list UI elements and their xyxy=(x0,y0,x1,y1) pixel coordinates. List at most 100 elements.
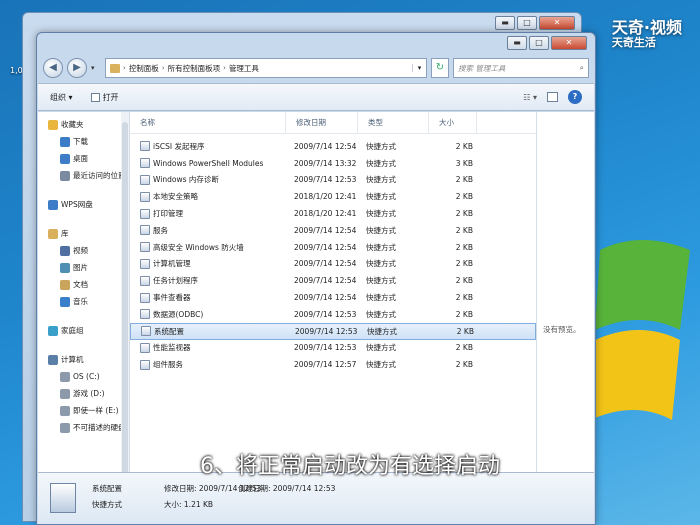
nav-item[interactable]: WPS网盘 xyxy=(38,196,129,213)
recent-pages-dropdown[interactable]: ▾ xyxy=(91,64,101,72)
table-row[interactable]: 数据源(ODBC) 2009/7/14 12:53 快捷方式 2 KB xyxy=(130,306,536,323)
table-row[interactable]: 性能监视器 2009/7/14 12:53 快捷方式 2 KB xyxy=(130,340,536,357)
table-row[interactable]: Windows PowerShell Modules 2009/7/14 13:3… xyxy=(130,155,536,172)
column-date[interactable]: 修改日期 xyxy=(286,112,358,133)
title-bar[interactable]: ▬ □ ✕ xyxy=(37,33,595,55)
nav-item-label: 最近访问的位置 xyxy=(73,171,126,180)
nav-item[interactable]: 不可描述的硬盘 xyxy=(38,419,129,436)
column-size[interactable]: 大小 xyxy=(429,112,477,133)
nav-item[interactable]: 音乐 xyxy=(38,293,129,310)
file-type: 快捷方式 xyxy=(366,293,396,303)
search-input[interactable]: 搜索 管理工具 ⌕ xyxy=(453,58,589,78)
table-row[interactable]: 高级安全 Windows 防火墙 2009/7/14 12:54 快捷方式 2 KB xyxy=(130,239,536,256)
file-date: 2009/7/14 12:57 xyxy=(294,360,357,370)
file-size: 2 KB xyxy=(455,192,473,202)
file-name: 打印管理 xyxy=(153,209,183,219)
nav-item[interactable]: 桌面 xyxy=(38,150,129,167)
nav-item[interactable]: 家庭组 xyxy=(38,322,129,339)
desktop-icon-label[interactable]: 1,0 xyxy=(10,66,23,75)
file-size: 2 KB xyxy=(455,242,473,252)
nav-item-label: 收藏夹 xyxy=(61,120,84,129)
video-caption: 6、将正常启动改为有选择启动 xyxy=(200,454,500,479)
open-button[interactable]: 打开 xyxy=(90,92,119,103)
breadcrumb-all-items[interactable]: 所有控制面板项 xyxy=(168,63,221,74)
nav-item[interactable]: 收藏夹 xyxy=(38,116,129,133)
chevron-right-icon[interactable]: › xyxy=(223,64,226,72)
table-row[interactable]: 事件查看器 2009/7/14 12:54 快捷方式 2 KB xyxy=(130,289,536,306)
table-row[interactable]: 打印管理 2018/1/20 12:41 快捷方式 2 KB xyxy=(130,205,536,222)
chevron-down-icon[interactable]: ▾ xyxy=(412,64,426,72)
minimize-icon[interactable]: ▬ xyxy=(507,36,527,50)
table-row[interactable]: 计算机管理 2009/7/14 12:54 快捷方式 2 KB xyxy=(130,256,536,273)
file-name: 高级安全 Windows 防火墙 xyxy=(153,242,244,252)
close-icon[interactable]: ✕ xyxy=(539,16,575,30)
table-row[interactable]: 本地安全策略 2018/1/20 12:41 快捷方式 2 KB xyxy=(130,188,536,205)
table-row[interactable]: 组件服务 2009/7/14 12:57 快捷方式 2 KB xyxy=(130,356,536,373)
toolbar-right: ☷ ▾ ? xyxy=(523,90,582,104)
view-options-icon[interactable]: ☷ ▾ xyxy=(523,93,537,102)
preview-pane: 没有预览。 xyxy=(536,112,594,472)
drive-icon xyxy=(60,405,70,416)
nav-item-label: WPS网盘 xyxy=(61,200,93,209)
address-bar[interactable]: › 控制面板 › 所有控制面板项 › 管理工具 ▾ xyxy=(105,58,427,78)
folder-icon xyxy=(110,63,120,73)
chevron-right-icon[interactable]: › xyxy=(123,64,126,72)
maximize-icon[interactable]: □ xyxy=(529,36,549,50)
nav-item-label: 桌面 xyxy=(73,154,88,163)
nav-item-label: 音乐 xyxy=(73,297,88,306)
breadcrumb-control-panel[interactable]: 控制面板 xyxy=(129,63,159,74)
open-label: 打开 xyxy=(102,92,119,102)
shortcut-icon xyxy=(140,292,150,303)
refresh-button[interactable]: ↻ xyxy=(431,58,449,78)
preview-pane-icon[interactable] xyxy=(547,92,558,102)
close-icon[interactable]: ✕ xyxy=(551,36,587,50)
nav-item-label: 不可描述的硬盘 xyxy=(73,423,126,432)
maximize-icon[interactable]: □ xyxy=(517,16,537,30)
background-window-controls: ▬ □ ✕ xyxy=(495,16,575,30)
nav-scrollbar[interactable] xyxy=(121,112,129,482)
nav-item[interactable]: 库 xyxy=(38,225,129,242)
nav-item[interactable]: 即使一样 (E:) xyxy=(38,402,129,419)
search-icon: ⌕ xyxy=(579,63,584,72)
organize-button[interactable]: 组织 ▾ xyxy=(50,92,73,103)
nav-scrollbar-thumb[interactable] xyxy=(122,122,128,482)
file-name: 系统配置 xyxy=(154,326,184,336)
file-type: 快捷方式 xyxy=(367,326,397,336)
file-type: 快捷方式 xyxy=(366,141,396,151)
nav-item[interactable]: 计算机 xyxy=(38,351,129,368)
nav-item-label: 视频 xyxy=(73,246,88,255)
nav-item[interactable]: 图片 xyxy=(38,259,129,276)
nav-item[interactable]: 视频 xyxy=(38,242,129,259)
file-name: 本地安全策略 xyxy=(153,192,198,202)
nav-item[interactable]: 下载 xyxy=(38,133,129,150)
minimize-icon[interactable]: ▬ xyxy=(495,16,515,30)
shortcut-icon xyxy=(140,309,150,320)
table-row[interactable]: Windows 内存诊断 2009/7/14 12:53 快捷方式 2 KB xyxy=(130,172,536,189)
column-name[interactable]: 名称 xyxy=(130,112,286,133)
forward-button[interactable]: ▶ xyxy=(67,58,87,78)
file-size: 2 KB xyxy=(455,225,473,235)
breadcrumb-admin-tools[interactable]: 管理工具 xyxy=(229,63,259,74)
nav-item[interactable]: 游戏 (D:) xyxy=(38,385,129,402)
table-row[interactable]: 系统配置 2009/7/14 12:53 快捷方式 2 KB xyxy=(130,322,536,340)
help-icon[interactable]: ? xyxy=(568,90,582,104)
file-date: 2009/7/14 12:54 xyxy=(294,225,357,235)
column-type[interactable]: 类型 xyxy=(358,112,429,133)
file-type: 快捷方式 xyxy=(366,192,396,202)
table-row[interactable]: 服务 2009/7/14 12:54 快捷方式 2 KB xyxy=(130,222,536,239)
file-name: 计算机管理 xyxy=(153,259,191,269)
file-type: 快捷方式 xyxy=(366,276,396,286)
window-controls: ▬ □ ✕ xyxy=(507,36,587,50)
nav-item[interactable]: OS (C:) xyxy=(38,368,129,385)
file-name: Windows 内存诊断 xyxy=(153,175,219,185)
nav-item[interactable]: 最近访问的位置 xyxy=(38,167,129,184)
nav-item[interactable]: 文档 xyxy=(38,276,129,293)
chevron-right-icon[interactable]: › xyxy=(162,64,165,72)
file-type: 快捷方式 xyxy=(366,225,396,235)
picture-icon xyxy=(60,262,70,273)
table-row[interactable]: 任务计划程序 2009/7/14 12:54 快捷方式 2 KB xyxy=(130,272,536,289)
shortcut-icon xyxy=(140,359,150,370)
table-row[interactable]: iSCSI 发起程序 2009/7/14 12:54 快捷方式 2 KB xyxy=(130,138,536,155)
back-button[interactable]: ◀ xyxy=(43,58,63,78)
file-date: 2018/1/20 12:41 xyxy=(294,192,357,202)
